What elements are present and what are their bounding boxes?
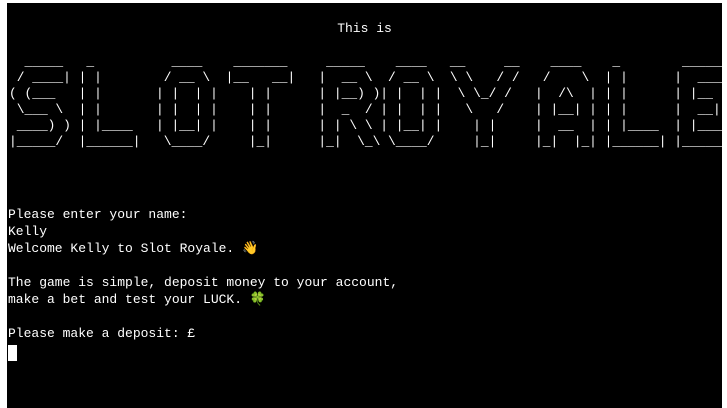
deposit-prompt: Please make a deposit: £ (8, 326, 196, 341)
welcome-text: Welcome Kelly to Slot Royale. (8, 241, 235, 256)
waving-hand-icon: 👋 (242, 241, 259, 256)
name-prompt: Please enter your name: (8, 207, 188, 222)
text-cursor[interactable] (8, 344, 17, 361)
intro-heading: This is (337, 21, 392, 36)
welcome-line: Welcome Kelly to Slot Royale. 👋 (8, 240, 708, 257)
slot-royale-ascii-banner: _____ _ ____ _______ _____ ____ __ __ __… (9, 54, 722, 149)
terminal-screen[interactable]: This is _____ _ ____ _______ _____ ____ … (7, 3, 722, 408)
name-entered: Kelly (8, 224, 48, 239)
deposit-input-line[interactable] (8, 342, 708, 361)
four-leaf-clover-icon: 🍀 (249, 292, 267, 307)
intro-line-1: The game is simple, deposit money to you… (8, 275, 399, 290)
terminal-output: Please enter your name: Kelly Welcome Ke… (8, 206, 708, 361)
intro-line-2: make a bet and test your LUCK. 🍀 (8, 291, 708, 308)
intro-line-2-text: make a bet and test your LUCK. (8, 292, 243, 307)
